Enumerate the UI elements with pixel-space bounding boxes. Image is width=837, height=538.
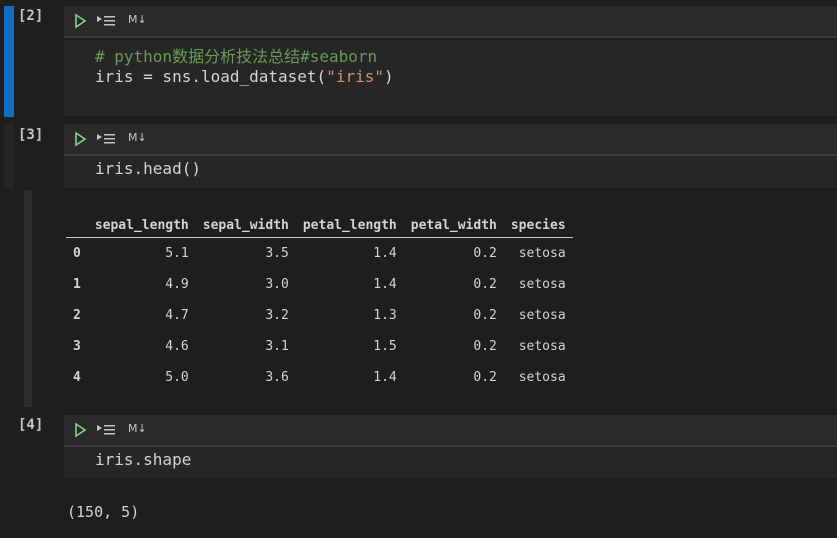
- execution-count: [3]: [18, 127, 44, 143]
- dataframe-output-table: sepal_length sepal_width petal_length pe…: [66, 213, 573, 393]
- run-cell-icon[interactable]: [72, 422, 88, 438]
- column-header: petal_width: [403, 213, 504, 238]
- cell-gutter: [4, 124, 14, 188]
- code-editor[interactable]: # python数据分析技法总结#seaborn iris = sns.load…: [64, 40, 837, 116]
- row-index: 1: [73, 277, 81, 292]
- table-cell: setosa: [518, 246, 566, 261]
- code-line-2: iris = sns.load_dataset("iris"): [95, 67, 394, 86]
- table-row: 2 4.7 3.2 1.3 0.2 setosa: [66, 300, 573, 331]
- table-cell: 1.3: [373, 308, 397, 323]
- cell-selection-indicator: [4, 6, 14, 117]
- code-comment-line: # python数据分析技法总结#seaborn: [95, 47, 378, 66]
- table-header-row: sepal_length sepal_width petal_length pe…: [66, 213, 573, 238]
- table-cell: 3.5: [265, 246, 289, 261]
- code-cell-2[interactable]: [2] M↓ # python数据分析技法总结#seaborn iris = s…: [0, 0, 837, 118]
- table-row: 0 5.1 3.5 1.4 0.2 setosa: [66, 238, 573, 270]
- code-line: iris.head(): [95, 159, 201, 178]
- code-line: iris.shape: [95, 450, 192, 469]
- run-cell-icon[interactable]: [72, 13, 88, 29]
- column-header: petal_length: [295, 213, 404, 238]
- table-row: 1 4.9 3.0 1.4 0.2 setosa: [66, 269, 573, 300]
- table-cell: 4.6: [165, 339, 189, 354]
- code-text: ): [383, 67, 394, 86]
- table-cell: 3.2: [265, 308, 289, 323]
- markdown-toggle-button[interactable]: M↓: [128, 13, 147, 26]
- table-cell: 1.4: [373, 370, 397, 385]
- cell-output-text: (150, 5): [67, 503, 140, 521]
- table-cell: 0.2: [473, 308, 497, 323]
- execution-count: [4]: [18, 417, 44, 433]
- table-cell: 3.0: [265, 277, 289, 292]
- table-cell: setosa: [518, 339, 566, 354]
- table-cell: setosa: [518, 277, 566, 292]
- table-row: 3 4.6 3.1 1.5 0.2 setosa: [66, 331, 573, 362]
- row-index: 2: [73, 308, 81, 323]
- column-header: [66, 213, 88, 238]
- variables-icon[interactable]: [96, 13, 116, 29]
- column-header: sepal_length: [87, 213, 196, 238]
- variables-icon[interactable]: [96, 422, 116, 438]
- column-header: species: [503, 213, 573, 238]
- cell-toolbar: M↓: [64, 124, 837, 156]
- table-cell: 3.1: [265, 339, 289, 354]
- table-cell: 1.5: [373, 339, 397, 354]
- code-editor[interactable]: iris.shape: [64, 447, 837, 478]
- table-cell: 1.4: [373, 246, 397, 261]
- execution-count: [2]: [18, 8, 44, 24]
- code-editor[interactable]: iris.head(): [64, 156, 837, 188]
- cell-toolbar: M↓: [64, 415, 837, 447]
- table-cell: 5.1: [165, 246, 189, 261]
- table-cell: setosa: [518, 308, 566, 323]
- row-index: 0: [73, 246, 81, 261]
- table-cell: 4.9: [165, 277, 189, 292]
- code-text: iris = sns.load_dataset(: [95, 67, 327, 86]
- markdown-toggle-button[interactable]: M↓: [128, 422, 147, 435]
- table-cell: 5.0: [165, 370, 189, 385]
- row-index: 3: [73, 339, 81, 354]
- table-cell: setosa: [518, 370, 566, 385]
- table-cell: 0.2: [473, 246, 497, 261]
- table-cell: 4.7: [165, 308, 189, 323]
- output-rail: [24, 190, 32, 407]
- table-row: 4 5.0 3.6 1.4 0.2 setosa: [66, 362, 573, 393]
- code-string: "iris": [326, 67, 384, 86]
- table-cell: 0.2: [473, 370, 497, 385]
- variables-icon[interactable]: [96, 131, 116, 147]
- row-index: 4: [73, 370, 81, 385]
- cell-toolbar: M↓: [64, 6, 837, 38]
- table-cell: 0.2: [473, 277, 497, 292]
- markdown-toggle-button[interactable]: M↓: [128, 131, 147, 144]
- table-cell: 1.4: [373, 277, 397, 292]
- column-header: sepal_width: [195, 213, 296, 238]
- table-cell: 3.6: [265, 370, 289, 385]
- table-cell: 0.2: [473, 339, 497, 354]
- run-cell-icon[interactable]: [72, 131, 88, 147]
